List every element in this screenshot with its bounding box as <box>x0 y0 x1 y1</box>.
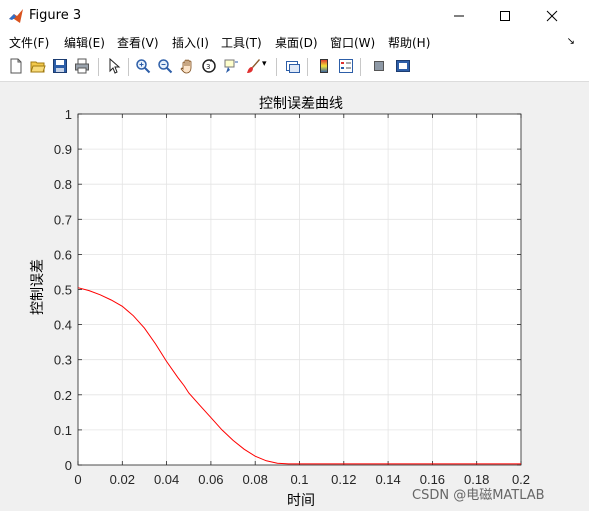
menu-tools[interactable]: 工具(T) <box>221 34 262 51</box>
menu-edit[interactable]: 编辑(E) <box>64 34 105 51</box>
data-cursor-button[interactable] <box>221 56 241 76</box>
open-file-button[interactable] <box>28 56 48 76</box>
y-tick-label: 0.9 <box>54 142 72 157</box>
title-bar: Figure 3 <box>0 0 589 32</box>
zoom-out-icon <box>158 59 173 74</box>
zoom-in-button[interactable] <box>133 56 153 76</box>
maximize-icon <box>500 11 510 21</box>
brush-dropdown-icon[interactable]: ▾ <box>262 59 267 69</box>
hide-plot-tools-button[interactable] <box>369 56 389 76</box>
link-plot-button[interactable] <box>283 56 303 76</box>
show-plot-tools-icon <box>396 60 410 72</box>
data-cursor-icon <box>224 59 238 73</box>
y-tick-label: 0.6 <box>54 247 72 262</box>
print-button[interactable] <box>72 56 92 76</box>
x-tick-label: 0.08 <box>243 472 268 487</box>
pan-button[interactable] <box>177 56 197 76</box>
legend-button[interactable] <box>336 56 356 76</box>
window-title: Figure 3 <box>29 8 82 23</box>
watermark: CSDN @电磁MATLAB <box>412 488 545 503</box>
y-tick-label: 0.2 <box>54 388 72 403</box>
rotate-3d-icon: 3 <box>202 59 216 73</box>
y-tick-label: 0.1 <box>54 423 72 438</box>
save-button[interactable] <box>50 56 70 76</box>
x-tick-label: 0.06 <box>198 472 223 487</box>
y-tick-label: 0.5 <box>54 283 72 298</box>
y-tick-label: 0.4 <box>54 318 72 333</box>
toolbar-separator <box>307 58 308 76</box>
x-axis-label: 时间 <box>287 493 315 509</box>
menu-window[interactable]: 窗口(W) <box>330 34 375 51</box>
matlab-logo-icon <box>9 9 23 23</box>
open-file-icon <box>30 61 46 73</box>
colorbar-button[interactable] <box>314 56 334 76</box>
svg-text:3: 3 <box>206 63 210 71</box>
link-plot-icon <box>286 61 300 73</box>
x-tick-label: 0.12 <box>331 472 356 487</box>
new-figure-icon <box>10 58 22 74</box>
minimize-icon <box>454 15 464 17</box>
y-tick-label: 0.7 <box>54 212 72 227</box>
brush-button[interactable] <box>243 56 263 76</box>
menu-help[interactable]: 帮助(H) <box>388 34 430 51</box>
figure-canvas: 0 0.02 0.04 0.06 0.08 0.1 0.12 0.14 0.16 0.18 0.2 0… <box>0 82 589 511</box>
menu-desktop[interactable]: 桌面(D) <box>275 34 318 51</box>
y-tick-label: 0.3 <box>54 353 72 368</box>
plot-svg[interactable]: 0 0.02 0.04 0.06 0.08 0.1 0.12 0.14 0.16 0.18 0.20… <box>0 82 589 511</box>
x-tick-label: 0.04 <box>154 472 179 487</box>
x-tick-label: 0.02 <box>110 472 135 487</box>
menu-view[interactable]: 查看(V) <box>117 34 159 51</box>
menu-file[interactable]: 文件(F) <box>9 34 49 51</box>
colorbar-icon <box>320 59 328 73</box>
minimize-button[interactable] <box>437 2 481 30</box>
brush-icon <box>247 59 260 73</box>
print-icon <box>75 58 89 74</box>
close-icon <box>546 10 558 22</box>
chart-title: 控制误差曲线 <box>259 96 343 112</box>
zoom-out-button[interactable] <box>155 56 175 76</box>
maximize-button[interactable] <box>483 2 527 30</box>
x-tick-label: 0.14 <box>375 472 400 487</box>
x-tick-label: 0 <box>74 472 81 487</box>
menu-bar: 文件(F) 编辑(E) 查看(V) 插入(I) 工具(T) 桌面(D) 窗口(W… <box>0 32 589 52</box>
pointer-button[interactable] <box>104 56 124 76</box>
new-figure-button[interactable] <box>6 56 26 76</box>
toolbar-separator <box>276 58 277 76</box>
rotate-3d-button[interactable]: 3 <box>199 56 219 76</box>
close-button[interactable] <box>530 2 574 30</box>
toolbar-separator <box>98 58 99 76</box>
pointer-icon <box>109 58 121 74</box>
dock-arrow-icon[interactable]: ↘ <box>567 36 575 47</box>
x-tick-label: 0.1 <box>290 472 308 487</box>
hide-plot-tools-icon <box>374 61 384 71</box>
show-plot-tools-button[interactable] <box>393 56 413 76</box>
y-tick-label: 0.8 <box>54 177 72 192</box>
menu-insert[interactable]: 插入(I) <box>172 34 209 51</box>
y-tick-label: 1 <box>65 107 72 122</box>
figure-toolbar: 3 ▾ <box>0 53 589 82</box>
pan-icon <box>180 59 192 74</box>
zoom-in-icon <box>136 59 151 74</box>
save-icon <box>53 59 67 73</box>
toolbar-separator <box>128 58 129 76</box>
y-tick-label: 0 <box>65 458 72 473</box>
y-axis-label: 控制误差 <box>30 259 46 315</box>
toolbar-separator <box>360 58 361 76</box>
legend-icon <box>339 59 353 73</box>
